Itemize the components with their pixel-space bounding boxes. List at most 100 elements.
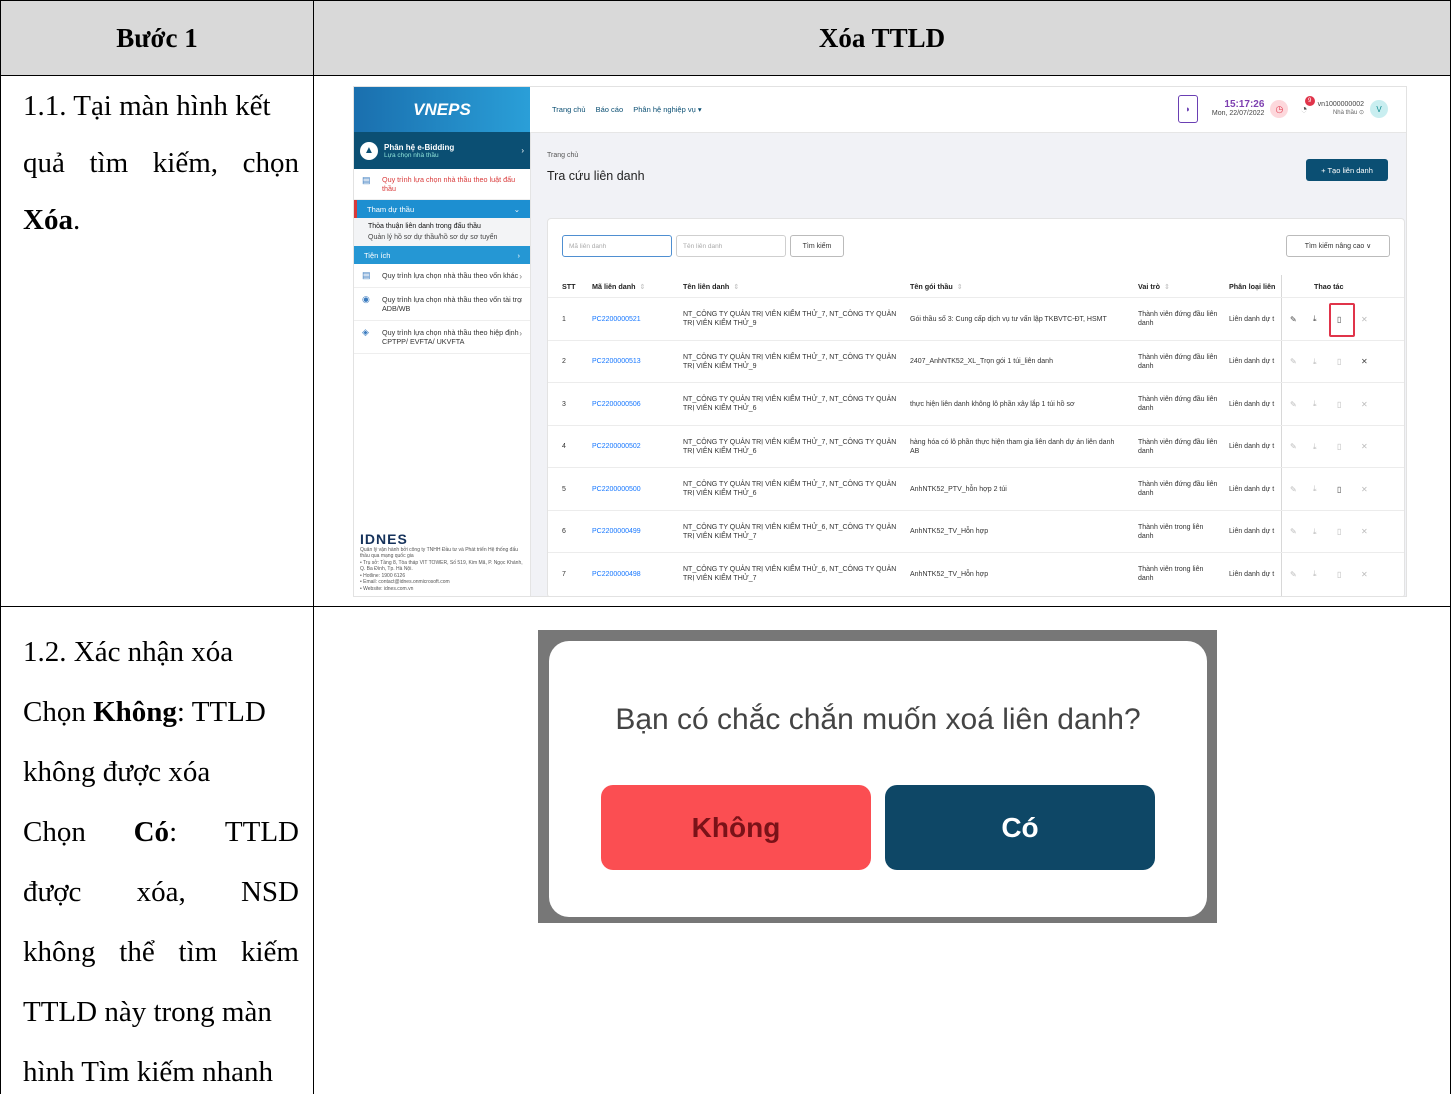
col-label: Thao tác xyxy=(1314,281,1344,291)
download-icon[interactable]: ⤓ xyxy=(1313,426,1317,468)
name-search-input[interactable]: Tên liên danh xyxy=(676,235,786,257)
no-button[interactable]: Không xyxy=(601,785,871,870)
word: không xyxy=(23,936,96,968)
download-icon[interactable]: ⤓ xyxy=(1313,383,1317,425)
col-type: Phân loại liên xyxy=(1229,275,1275,297)
step2-no-line: Chọn Không: TTLD xyxy=(23,682,299,742)
row-code-link[interactable]: PC2200000513 xyxy=(592,341,680,383)
nav-reports[interactable]: Báo cáo xyxy=(596,105,624,114)
sidebar-item-adb[interactable]: ◉ Quy trình lựa chọn nhà thầu theo vốn tà… xyxy=(354,288,530,321)
row-code-link[interactable]: PC2200000521 xyxy=(592,298,680,340)
delete-icon[interactable]: ▯ xyxy=(1337,383,1341,425)
yes-button[interactable]: Có xyxy=(885,785,1155,870)
header-step: Bước 1 xyxy=(116,22,198,53)
footer-line: • Trụ sở: Tầng 8, Tòa tháp VIT TOWER, Số… xyxy=(360,559,523,573)
module-labels: Phân hệ e-Bidding Lựa chọn nhà thầu xyxy=(384,143,454,159)
row-code-link[interactable]: PC2200000506 xyxy=(592,383,680,425)
col-package[interactable]: Tên gói thầu ⇕ xyxy=(910,275,963,297)
table-row: 7 PC2200000498 NT_CÔNG TY QUẢN TRỊ VIÊN KI… xyxy=(548,552,1404,595)
col-code[interactable]: Mã liên danh ⇕ xyxy=(592,275,646,297)
word: TTLD xyxy=(224,816,299,848)
table-row: 6 PC2200000499 NT_CÔNG TY QUẢN TRỊ VIÊN KI… xyxy=(548,509,1404,553)
row-code-link[interactable]: PC2200000499 xyxy=(592,511,680,553)
download-icon[interactable]: ⤓ xyxy=(1313,341,1317,383)
sidebar-item-law[interactable]: ▤ Quy trình lựa chọn nhà thầu theo luật đ… xyxy=(354,169,530,200)
alarm-icon[interactable]: ◷ xyxy=(1270,100,1289,118)
user-info[interactable]: vn1000000002 Nhà thầu ⊙ xyxy=(1318,100,1364,118)
download-icon[interactable]: ⤓ xyxy=(1313,511,1317,553)
advanced-search-button[interactable]: Tìm kiếm nâng cao ∨ xyxy=(1286,235,1390,257)
bold-no: Không xyxy=(93,696,177,728)
breadcrumb[interactable]: Trang chủ xyxy=(547,152,578,159)
code-search-input[interactable]: Mã liên danh xyxy=(562,235,672,257)
nav-home[interactable]: Trang chủ xyxy=(552,105,586,114)
top-nav: Trang chủ Báo cáo Phân hệ nghiệp vụ ▾ xyxy=(552,105,710,114)
create-joint-venture-button[interactable]: + Tạo liên danh xyxy=(1306,159,1388,181)
edit-icon[interactable]: ✎ xyxy=(1290,341,1297,383)
module-switcher[interactable]: ▲ Phân hệ e-Bidding Lựa chọn nhà thầu › xyxy=(354,132,530,169)
sidebar-subitem-dossier[interactable]: Quản lý hồ sơ dự thầu/hồ sơ dự sơ tuyển xyxy=(368,232,520,243)
edit-icon[interactable]: ✎ xyxy=(1290,511,1297,553)
header-title-cell: Xóa TTLD xyxy=(314,1,1450,75)
edit-icon[interactable]: ✎ xyxy=(1290,383,1297,425)
sort-icon: ⇕ xyxy=(956,281,963,291)
close-icon[interactable]: ✕ xyxy=(1361,553,1368,595)
sidebar-bar-utilities[interactable]: Tiện ích › xyxy=(354,246,530,264)
close-icon[interactable]: ✕ xyxy=(1361,383,1368,425)
edit-icon[interactable]: ✎ xyxy=(1290,468,1297,510)
nav-modules[interactable]: Phân hệ nghiệp vụ ▾ xyxy=(633,105,701,114)
col-actions: Thao tác xyxy=(1314,275,1344,297)
row-code-link[interactable]: PC2200000502 xyxy=(592,426,680,468)
confirm-dialog-screenshot: Bạn có chắc chắn muốn xoá liên danh? Khô… xyxy=(538,630,1217,923)
step1-bold-delete: Xóa xyxy=(23,204,73,236)
download-icon[interactable]: ⤓ xyxy=(1313,553,1317,595)
sort-icon: ⇕ xyxy=(733,281,740,291)
top-right: ◗ 15:17:26 Mon, 22/07/2022 ◷ ◔ 9 vn100000… xyxy=(1177,95,1388,123)
delete-icon[interactable]: ▯ xyxy=(1337,341,1341,383)
close-icon[interactable]: ✕ xyxy=(1361,298,1368,340)
row-code-link[interactable]: PC2200000500 xyxy=(592,468,680,510)
chevron-right-icon: › xyxy=(517,250,521,260)
headset-icon[interactable]: ◗ xyxy=(1177,95,1198,123)
row-name: NT_CÔNG TY QUẢN TRỊ VIÊN KIỂM THỬ_7, NT_… xyxy=(683,438,897,455)
table-row: 3 PC2200000506 NT_CÔNG TY QUẢN TRỊ VIÊN KI… xyxy=(548,382,1404,425)
row-package: hàng hóa có lô phần thực hiện tham gia l… xyxy=(910,438,1115,455)
close-icon[interactable]: ✕ xyxy=(1361,511,1368,553)
date: Mon, 22/07/2022 xyxy=(1211,109,1265,117)
delete-icon[interactable]: ▯ xyxy=(1337,426,1341,468)
sidebar-item-cptpp[interactable]: ◈ Quy trình lựa chọn nhà thầu theo hiệp đ… xyxy=(354,321,530,354)
row-code-link[interactable]: PC2200000498 xyxy=(592,553,680,595)
row-type: Liên danh dự t xyxy=(1229,443,1275,450)
word: NSD xyxy=(240,876,299,908)
edit-icon[interactable]: ✎ xyxy=(1290,426,1297,468)
edit-icon[interactable]: ✎ xyxy=(1290,553,1297,595)
border-top xyxy=(0,0,1451,1)
row-name: NT_CÔNG TY QUẢN TRỊ VIÊN KIỂM THỬ_7, NT_… xyxy=(683,481,897,497)
avatar[interactable]: V xyxy=(1370,100,1388,118)
delete-icon[interactable]: ▯ xyxy=(1337,553,1341,595)
sidebar-subitem-agreement[interactable]: Thỏa thuận liên danh trong đấu thầu xyxy=(368,221,520,232)
delete-icon[interactable]: ▯ xyxy=(1337,511,1341,553)
col-role[interactable]: Vai trò ⇕ xyxy=(1138,275,1170,297)
delete-icon[interactable]: ▯ xyxy=(1337,468,1341,510)
placeholder: Mã liên danh xyxy=(569,242,607,250)
sidebar-item-other[interactable]: ▤ Quy trình lựa chọn nhà thầu theo vốn kh… xyxy=(354,264,530,288)
sidebar: VNEPS ▲ Phân hệ e-Bidding Lựa chọn nhà t… xyxy=(354,87,531,596)
download-icon[interactable]: ⤓ xyxy=(1313,468,1317,510)
close-icon[interactable]: ✕ xyxy=(1361,341,1368,383)
time: 15:17:26 xyxy=(1224,98,1265,110)
top-bar: Trang chủ Báo cáo Phân hệ nghiệp vụ ▾ ◗ … xyxy=(530,87,1406,133)
sidebar-bar-bidding[interactable]: Tham dự thầu ⌄ xyxy=(354,200,530,218)
row-role: Thành viên đứng đầu liên danh xyxy=(1138,311,1218,327)
header-title: Xóa TTLD xyxy=(818,22,946,53)
bell-icon[interactable]: ◔ 9 xyxy=(1300,96,1315,116)
close-icon[interactable]: ✕ xyxy=(1361,426,1368,468)
close-icon[interactable]: ✕ xyxy=(1361,468,1368,510)
download-icon[interactable]: ⤓ xyxy=(1313,298,1317,340)
row-package: AnhNTK52_TV_Hỗn hợp xyxy=(910,528,989,535)
search-button[interactable]: Tìm kiếm xyxy=(790,235,844,257)
col-name[interactable]: Tên liên danh ⇕ xyxy=(683,275,739,297)
border-header xyxy=(0,75,1451,76)
edit-icon[interactable]: ✎ xyxy=(1290,298,1297,340)
vneps-logo[interactable]: VNEPS xyxy=(354,87,530,132)
